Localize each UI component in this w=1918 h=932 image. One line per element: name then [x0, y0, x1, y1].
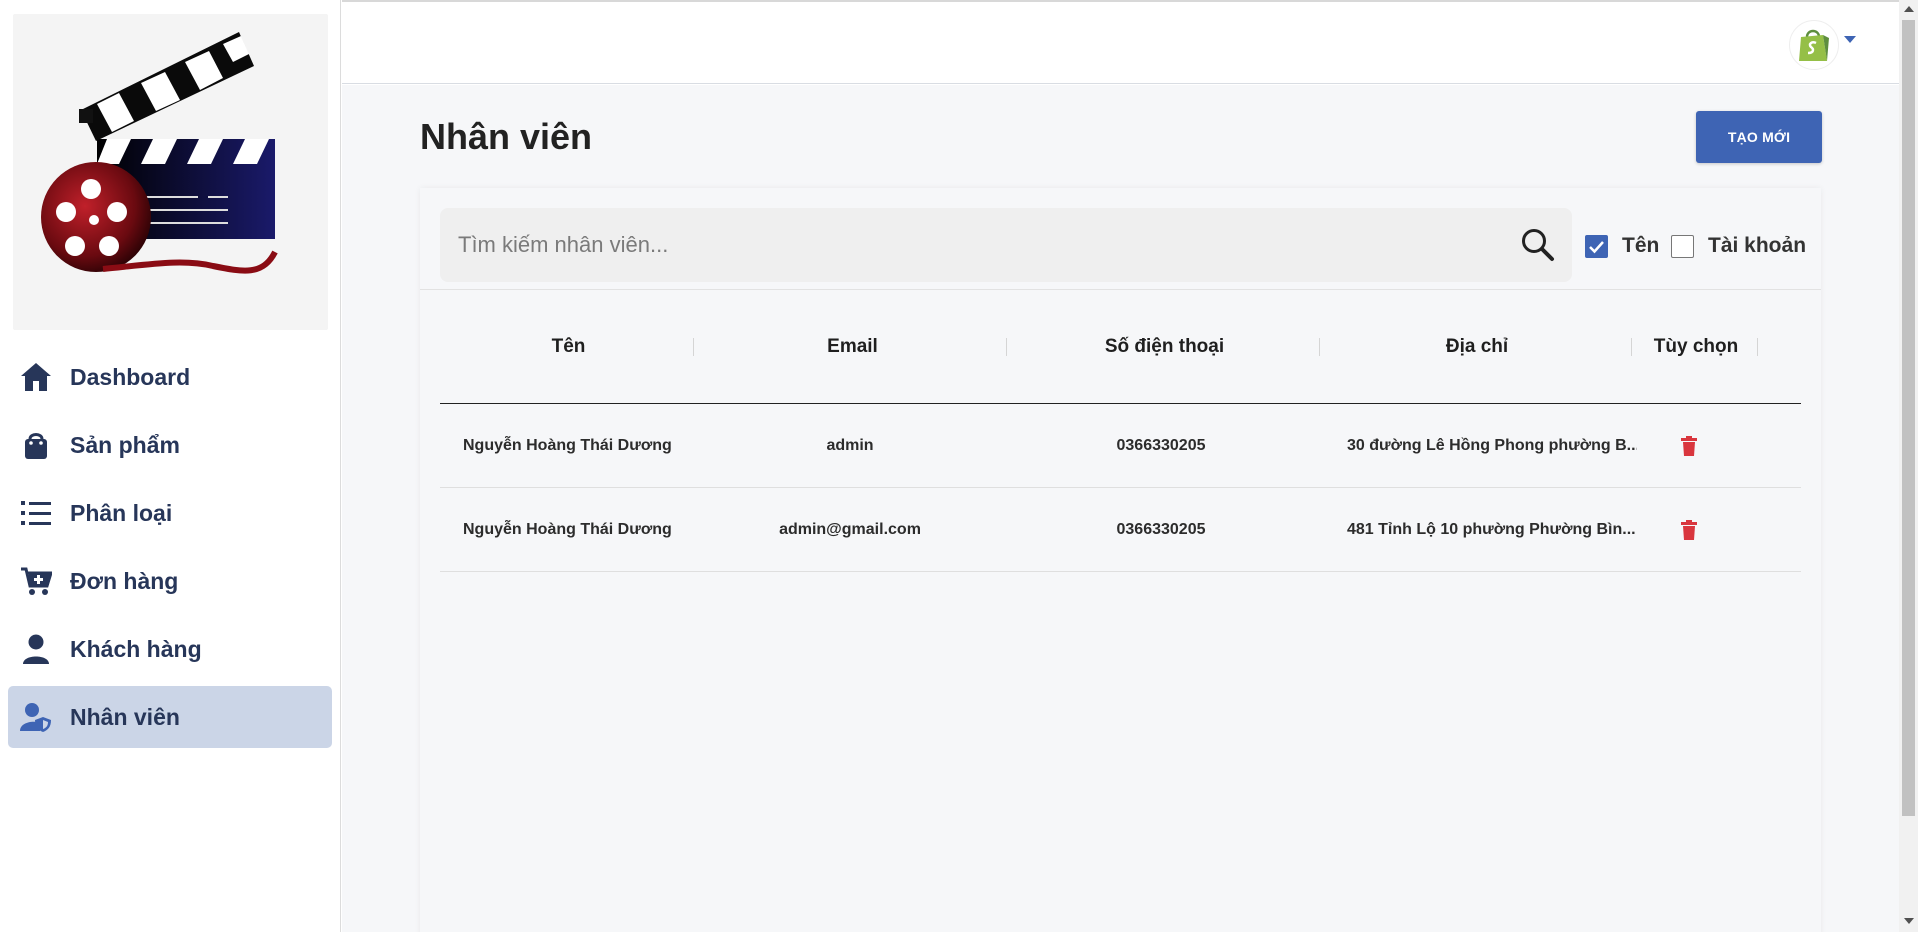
column-header-phone[interactable]: Số điện thoại [1008, 290, 1321, 404]
sidebar-item-label: Dashboard [70, 363, 191, 390]
home-icon [20, 361, 52, 393]
cell-email: admin [826, 437, 874, 454]
logo[interactable] [13, 14, 328, 330]
cell-phone: 0366330205 [1116, 521, 1206, 538]
person-shield-icon [20, 701, 52, 733]
filter-name-label: Tên [1622, 234, 1660, 257]
employee-card: Tên Tài khoản Tên Email Số điện thoại Đị… [420, 188, 1821, 932]
clapperboard-logo-icon [41, 32, 278, 274]
sidebar-item-products[interactable]: Sản phẩm [8, 414, 332, 476]
column-divider [1631, 338, 1632, 356]
cell-name: Nguyễn Hoàng Thái Dương [463, 521, 672, 538]
search-icon[interactable] [1520, 227, 1556, 263]
column-header-email[interactable]: Email [697, 290, 1008, 404]
column-divider [1757, 338, 1758, 356]
sidebar-item-label: Nhân viên [70, 703, 180, 730]
table-header: Tên Email Số điện thoại Địa chỉ Tùy chọn [440, 290, 1801, 404]
user-avatar[interactable] [1789, 20, 1839, 70]
filter-account-checkbox[interactable] [1671, 235, 1694, 258]
table-row[interactable]: Nguyễn Hoàng Thái Dương admin 0366330205… [440, 404, 1801, 488]
trash-icon[interactable] [1681, 436, 1697, 456]
cell-email: admin@gmail.com [779, 521, 921, 538]
column-header-options[interactable]: Tùy chọn [1633, 290, 1759, 404]
column-divider [1319, 338, 1320, 356]
search-bar: Tên Tài khoản [420, 188, 1821, 290]
checkmark-icon [1589, 241, 1604, 254]
cell-phone: 0366330205 [1116, 437, 1206, 454]
shopify-bag-icon [1799, 29, 1829, 61]
sidebar-item-employees[interactable]: Nhân viên [8, 686, 332, 748]
employee-table: Tên Email Số điện thoại Địa chỉ Tùy chọn… [440, 290, 1801, 572]
sidebar-nav: Dashboard Sản phẩm Phân loại Đơn hàng Kh… [8, 346, 332, 754]
sidebar-item-label: Khách hàng [70, 635, 202, 662]
sidebar: Dashboard Sản phẩm Phân loại Đơn hàng Kh… [0, 0, 341, 932]
filter-name-checkbox[interactable] [1585, 235, 1608, 258]
sidebar-item-customers[interactable]: Khách hàng [8, 618, 332, 680]
chevron-down-icon[interactable] [1844, 36, 1856, 44]
scroll-up-icon[interactable] [1904, 6, 1914, 12]
cart-plus-icon [20, 565, 52, 597]
create-new-button[interactable]: TẠO MỚI [1696, 111, 1822, 163]
cell-name: Nguyễn Hoàng Thái Dương [463, 437, 672, 454]
main-content: Nhân viên TẠO MỚI Tên Tài khoản Tên Emai… [342, 85, 1899, 932]
page-title: Nhân viên [420, 116, 593, 157]
person-icon [20, 633, 52, 665]
sidebar-item-orders[interactable]: Đơn hàng [8, 550, 332, 612]
list-icon [20, 497, 52, 529]
sidebar-item-categories[interactable]: Phân loại [8, 482, 332, 544]
column-header-name[interactable]: Tên [440, 290, 697, 404]
scrollbar-thumb[interactable] [1902, 20, 1915, 816]
scroll-down-icon[interactable] [1904, 918, 1914, 924]
column-header-address[interactable]: Địa chỉ [1321, 290, 1633, 404]
trash-icon[interactable] [1681, 520, 1697, 540]
top-bar [342, 0, 1899, 84]
cell-address: 481 Tỉnh Lộ 10 phường Phường Bìn... [1347, 521, 1636, 538]
filter-account-label: Tài khoản [1708, 234, 1807, 257]
search-input[interactable] [458, 208, 1508, 282]
cell-address: 30 đường Lê Hồng Phong phường B... [1347, 437, 1637, 454]
sidebar-item-label: Đơn hàng [70, 567, 179, 594]
sidebar-item-dashboard[interactable]: Dashboard [8, 346, 332, 408]
search-box [440, 208, 1572, 282]
column-divider [693, 338, 694, 356]
column-divider [1006, 338, 1007, 356]
page-scrollbar[interactable] [1899, 0, 1918, 932]
sidebar-item-label: Phân loại [70, 499, 173, 526]
table-row[interactable]: Nguyễn Hoàng Thái Dương admin@gmail.com … [440, 488, 1801, 572]
sidebar-item-label: Sản phẩm [70, 431, 180, 458]
shopping-bag-icon [20, 429, 52, 461]
